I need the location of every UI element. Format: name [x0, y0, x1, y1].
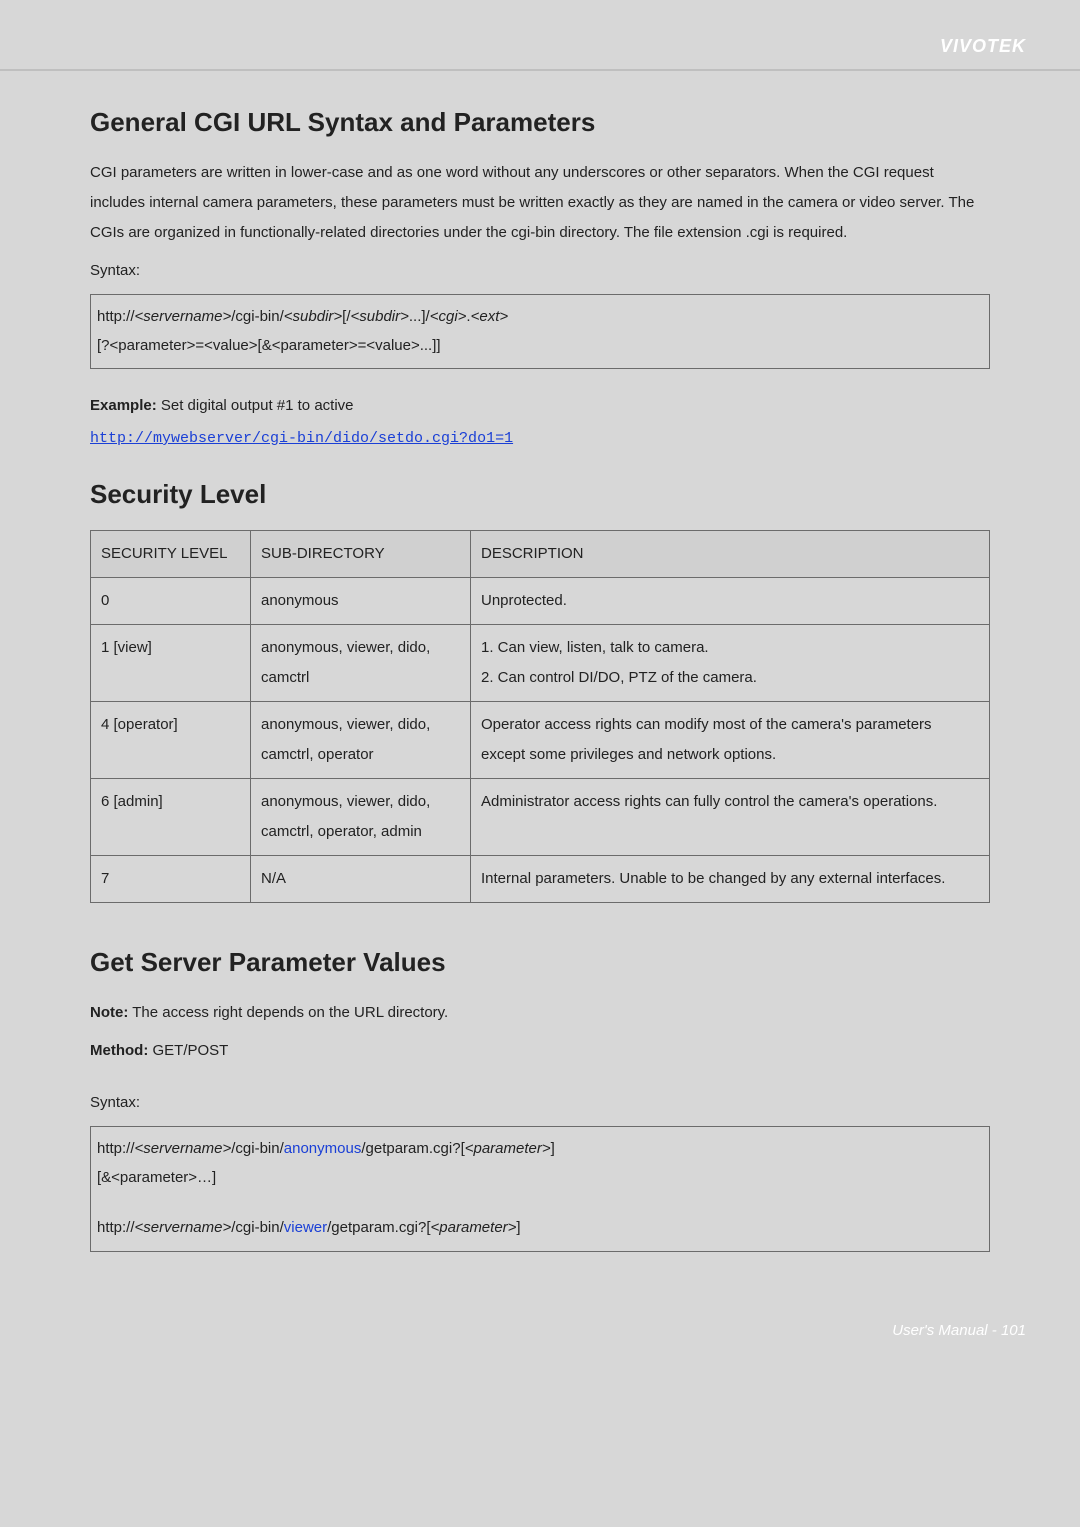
security-table: SECURITY LEVEL SUB-DIRECTORY DESCRIPTION… — [90, 530, 990, 903]
brand-logo: VIVOTEK — [940, 36, 1026, 56]
page: VIVOTEK General CGI URL Syntax and Param… — [0, 0, 1080, 1527]
example-link[interactable]: http://mywebserver/cgi-bin/dido/setdo.cg… — [90, 430, 513, 447]
table-head: SECURITY LEVEL SUB-DIRECTORY DESCRIPTION — [91, 531, 990, 578]
cell-subdir: anonymous — [251, 578, 471, 625]
cell-subdir: anonymous, viewer, dido, camctrl, operat… — [251, 702, 471, 779]
example-text: Set digital output #1 to active — [157, 397, 354, 414]
syntax2-line-c: http://<servername>/cgi-bin/viewer/getpa… — [97, 1214, 983, 1243]
text: /cgi-bin/ — [231, 1140, 284, 1157]
example-line: Example: Set digital output #1 to active — [90, 391, 990, 421]
heading-general-cgi: General CGI URL Syntax and Parameters — [90, 107, 990, 138]
table-body: 0 anonymous Unprotected. 1 [view] anonym… — [91, 578, 990, 903]
th-subdir: SUB-DIRECTORY — [251, 531, 471, 578]
text: <parameter> — [431, 1219, 517, 1236]
text: ] — [551, 1140, 555, 1157]
text: <cgi> — [430, 308, 467, 325]
text: /cgi-bin/ — [231, 308, 284, 325]
syntax-label-2: Syntax: — [90, 1088, 990, 1118]
text: <subdir> — [284, 308, 342, 325]
table-row: 0 anonymous Unprotected. — [91, 578, 990, 625]
table-header-row: SECURITY LEVEL SUB-DIRECTORY DESCRIPTION — [91, 531, 990, 578]
syntax2-line-a: http://<servername>/cgi-bin/anonymous/ge… — [97, 1135, 983, 1164]
note-line: Note: The access right depends on the UR… — [90, 998, 990, 1028]
table-row: 6 [admin] anonymous, viewer, dido, camct… — [91, 779, 990, 856]
heading-security-level: Security Level — [90, 479, 990, 510]
th-level: SECURITY LEVEL — [91, 531, 251, 578]
text: <parameter> — [465, 1140, 551, 1157]
header: VIVOTEK — [0, 0, 1080, 69]
text: ...]/ — [409, 308, 430, 325]
text: <servername> — [135, 1219, 232, 1236]
note-label: Note: — [90, 1004, 128, 1021]
method-label: Method: — [90, 1042, 148, 1059]
syntax-line-1: http://<servername>/cgi-bin/<subdir>[/<s… — [97, 303, 983, 332]
heading-get-server: Get Server Parameter Values — [90, 947, 990, 978]
cell-level: 7 — [91, 856, 251, 903]
cell-subdir: anonymous, viewer, dido, camctrl, operat… — [251, 779, 471, 856]
example-label: Example: — [90, 397, 157, 414]
syntax2-line-b: [&<parameter>…] — [97, 1164, 983, 1193]
th-desc: DESCRIPTION — [471, 531, 990, 578]
method-line: Method: GET/POST — [90, 1036, 990, 1066]
text: /getparam.cgi?[ — [327, 1219, 430, 1236]
spacer — [97, 1192, 983, 1214]
syntax-line-2: [?<parameter>=<value>[&<parameter>=<valu… — [97, 332, 983, 361]
text: /getparam.cgi?[ — [361, 1140, 464, 1157]
cell-desc: Internal parameters. Unable to be change… — [471, 856, 990, 903]
text: <servername> — [135, 308, 232, 325]
cell-desc: Operator access rights can modify most o… — [471, 702, 990, 779]
cell-desc: Unprotected. — [471, 578, 990, 625]
text: <subdir> — [351, 308, 409, 325]
page-number: User's Manual - 101 — [892, 1322, 1026, 1339]
text: http:// — [97, 308, 135, 325]
syntax-label-1: Syntax: — [90, 256, 990, 286]
syntax-box-1: http://<servername>/cgi-bin/<subdir>[/<s… — [90, 294, 990, 369]
text: http:// — [97, 1219, 135, 1236]
footer: User's Manual - 101 — [0, 1262, 1080, 1365]
intro-paragraph: CGI parameters are written in lower-case… — [90, 158, 990, 248]
text: http:// — [97, 1140, 135, 1157]
table-row: 7 N/A Internal parameters. Unable to be … — [91, 856, 990, 903]
cell-desc: 1. Can view, listen, talk to camera. 2. … — [471, 625, 990, 702]
cell-level: 6 [admin] — [91, 779, 251, 856]
text-anonymous: anonymous — [284, 1140, 362, 1157]
cell-level: 0 — [91, 578, 251, 625]
cell-subdir: N/A — [251, 856, 471, 903]
example-url[interactable]: http://mywebserver/cgi-bin/dido/setdo.cg… — [90, 429, 990, 447]
text: ] — [516, 1219, 520, 1236]
syntax-box-2: http://<servername>/cgi-bin/anonymous/ge… — [90, 1126, 990, 1252]
text: [/ — [342, 308, 350, 325]
table-row: 4 [operator] anonymous, viewer, dido, ca… — [91, 702, 990, 779]
text: /cgi-bin/ — [231, 1219, 284, 1236]
table-row: 1 [view] anonymous, viewer, dido, camctr… — [91, 625, 990, 702]
text: <servername> — [135, 1140, 232, 1157]
cell-level: 1 [view] — [91, 625, 251, 702]
cell-subdir: anonymous, viewer, dido, camctrl — [251, 625, 471, 702]
cell-level: 4 [operator] — [91, 702, 251, 779]
method-text: GET/POST — [148, 1042, 228, 1059]
text: <ext> — [471, 308, 509, 325]
text-viewer: viewer — [284, 1219, 327, 1236]
cell-desc: Administrator access rights can fully co… — [471, 779, 990, 856]
content: General CGI URL Syntax and Parameters CG… — [0, 71, 1080, 1252]
note-text: The access right depends on the URL dire… — [128, 1004, 448, 1021]
